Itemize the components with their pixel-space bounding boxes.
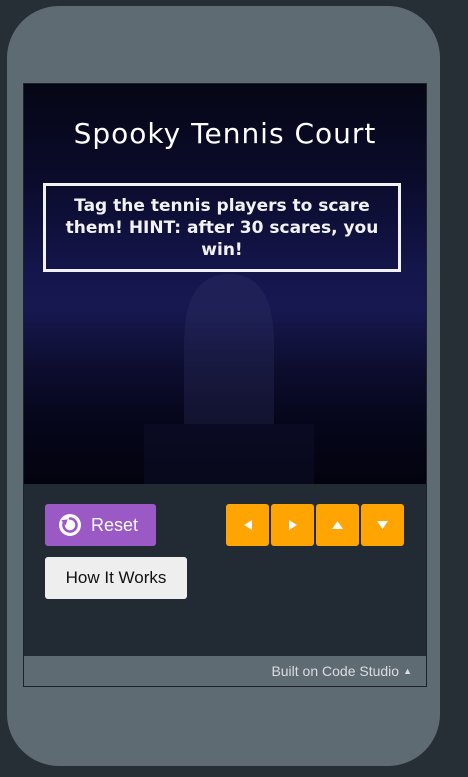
reset-icon: [59, 514, 81, 536]
reset-button[interactable]: Reset: [45, 504, 156, 546]
left-arrow-button[interactable]: [226, 504, 269, 546]
down-arrow-icon: [377, 521, 388, 529]
up-arrow-icon: [332, 521, 343, 529]
right-arrow-icon: [288, 520, 297, 530]
built-on-code-studio-link[interactable]: Built on Code Studio ▲: [24, 656, 426, 686]
hint-text: Tag the tennis players to scare them! HI…: [65, 195, 379, 260]
left-arrow-icon: [243, 520, 252, 530]
right-arrow-button[interactable]: [271, 504, 314, 546]
game-canvas[interactable]: Spooky Tennis Court Tag the tennis playe…: [24, 84, 426, 484]
how-it-works-button[interactable]: How It Works: [45, 557, 187, 599]
hint-box: Tag the tennis players to scare them! HI…: [43, 183, 401, 272]
how-it-works-label: How It Works: [65, 568, 167, 587]
reset-label: Reset: [91, 514, 139, 535]
controls-area: Reset How It Works: [24, 484, 426, 656]
game-title: Spooky Tennis Court: [73, 117, 377, 150]
app-screen: Spooky Tennis Court Tag the tennis playe…: [23, 83, 427, 687]
footer-label: Built on Code Studio: [271, 663, 400, 679]
up-arrow-button[interactable]: [316, 504, 359, 546]
ghost-silhouette: [144, 274, 314, 484]
caret-up-icon: ▲: [403, 666, 412, 676]
down-arrow-button[interactable]: [361, 504, 404, 546]
